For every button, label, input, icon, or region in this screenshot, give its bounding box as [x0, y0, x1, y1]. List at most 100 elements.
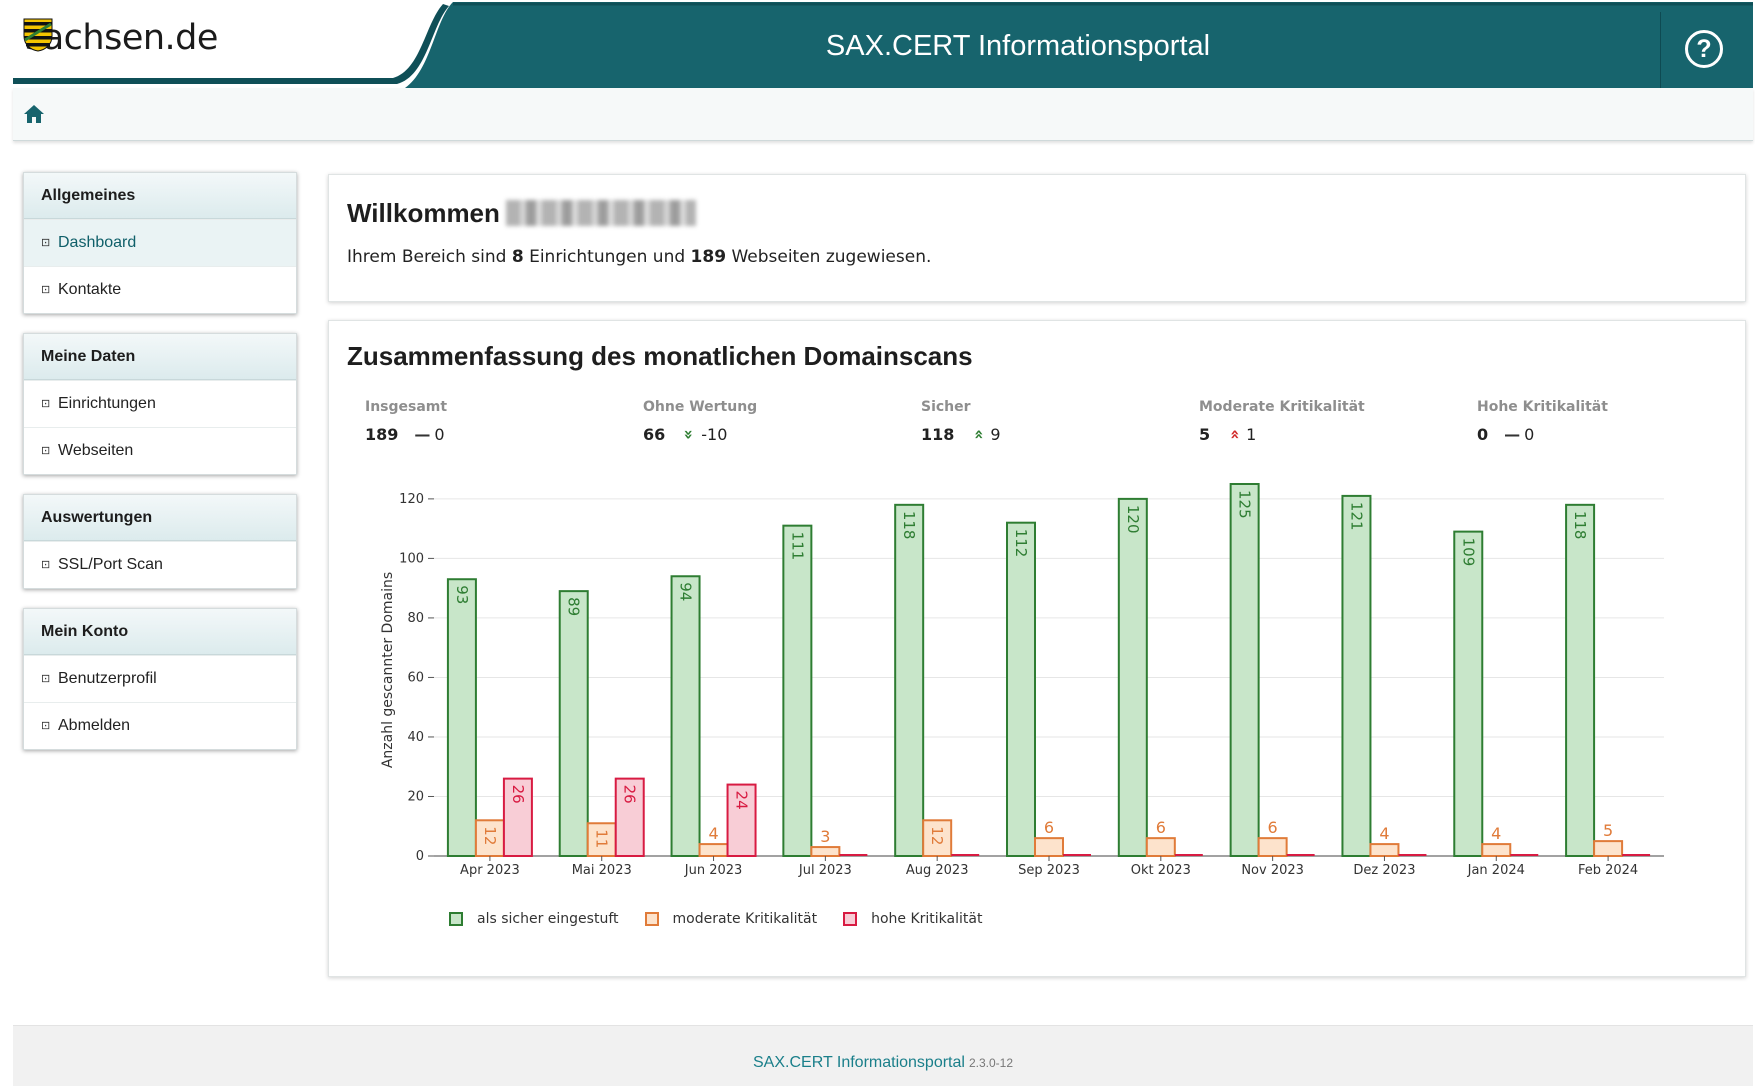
sidebar-item-label: Einrichtungen — [58, 395, 156, 412]
x-tick-label: Okt 2023 — [1131, 863, 1191, 878]
sachsen-logo[interactable]: sachsen.de — [23, 18, 218, 58]
help-icon[interactable]: ? — [1685, 30, 1723, 68]
bar-safe — [782, 524, 813, 857]
home-icon[interactable] — [23, 103, 45, 125]
bar-value-label: 6 — [1044, 818, 1054, 837]
bar-safe — [670, 575, 701, 857]
sidebar-item-benutzerprofil[interactable]: ⊡ Benutzerprofil — [24, 655, 296, 702]
bar-moderate — [1593, 840, 1624, 857]
footer-link[interactable]: SAX.CERT Informationsportal — [753, 1054, 965, 1071]
bullet-arrow-icon: ⊡ — [41, 284, 51, 296]
x-tick-label: Feb 2024 — [1578, 863, 1638, 878]
bar-value-label: 94 — [677, 582, 695, 601]
bar-value-label: 112 — [1012, 529, 1030, 558]
y-tick-label: 120 — [399, 492, 424, 507]
bar-safe — [1117, 497, 1148, 857]
sidebar-item-kontakte[interactable]: ⊡ Kontakte — [24, 266, 296, 313]
bar-safe — [558, 590, 589, 858]
x-tick-label: Dez 2023 — [1353, 863, 1415, 878]
sidebar-heading: Meine Daten — [24, 334, 296, 380]
x-tick-label: Jan 2024 — [1467, 863, 1525, 878]
bar-value-label: 121 — [1347, 502, 1365, 531]
stat-sicher: Sicher 118 » 9 — [921, 399, 1001, 444]
bar-moderate — [1145, 837, 1176, 858]
x-tick-label: Aug 2023 — [906, 863, 969, 878]
legend-item[interactable]: als sicher eingestuft — [449, 911, 619, 927]
legend-swatch — [449, 912, 463, 926]
bar-moderate — [810, 846, 841, 857]
legend-swatch — [644, 912, 659, 926]
blurred-username — [505, 200, 696, 226]
app-header: sachsen.de SAX.CERT Informationsportal ? — [13, 0, 1753, 88]
bar-value-label: 6 — [1268, 818, 1278, 837]
trend-flat-icon: — — [414, 425, 431, 444]
sidebar-item-webseiten[interactable]: ⊡ Webseiten — [24, 427, 296, 474]
sidebar-item-label: SSL/Port Scan — [58, 556, 163, 573]
bar-value-label: 4 — [1491, 824, 1501, 843]
legend-label: als sicher eingestuft — [477, 911, 619, 927]
stat-moderate-kritikalit-t: Moderate Kritikalität 5 » 1 — [1199, 399, 1365, 444]
bar-value-label: 118 — [1571, 511, 1589, 540]
stat-value-line: 118 » 9 — [921, 425, 1001, 444]
sidebar-heading: Allgemeines — [24, 173, 296, 219]
stat-delta: 1 — [1246, 425, 1257, 444]
breadcrumb — [13, 88, 1753, 141]
sidebar-item-dashboard[interactable]: ⊡ Dashboard — [24, 219, 296, 266]
bar-value-label: 26 — [509, 785, 527, 804]
bar-safe — [1229, 483, 1260, 857]
sidebar-item-ssl-port-scan[interactable]: ⊡ SSL/Port Scan — [24, 541, 296, 588]
stat-hohe-kritikalit-t: Hohe Kritikalität 0—0 — [1477, 399, 1608, 444]
stat-value-line: 189 —0 — [365, 425, 447, 444]
bar-value-label: 4 — [1379, 824, 1389, 843]
stat-label: Sicher — [921, 399, 971, 415]
bullet-arrow-icon: ⊡ — [41, 445, 51, 457]
legend-item[interactable]: moderate Kritikalität — [644, 911, 817, 927]
version-label: 2.3.0-12 — [968, 1056, 1013, 1070]
sidebar-item-abmelden[interactable]: ⊡ Abmelden — [24, 702, 296, 749]
bar-moderate — [1257, 837, 1288, 858]
bar-safe — [1341, 494, 1372, 858]
institution-count: 8 — [511, 247, 524, 267]
sidebar-item-label: Abmelden — [58, 717, 131, 734]
stat-value: 0 — [1477, 425, 1489, 444]
trend-up-green-icon: » — [968, 429, 988, 440]
stat-value-line: 66 » -10 — [643, 425, 757, 444]
bar-value-label: 111 — [788, 532, 806, 561]
stat-value-line: 5 » 1 — [1199, 425, 1365, 444]
sidebar-section-allgemeines: Allgemeines ⊡ Dashboard ⊡ Kontakte — [23, 172, 297, 314]
legend-label: hohe Kritikalität — [871, 911, 983, 927]
sidebar-heading: Auswertungen — [24, 495, 296, 541]
bar-value-label: 89 — [565, 597, 583, 616]
sidebar-section-mein-konto: Mein Konto ⊡ Benutzerprofil ⊡ Abmelden — [23, 608, 297, 750]
bar-safe — [446, 578, 477, 858]
bullet-arrow-icon: ⊡ — [41, 720, 51, 732]
bar-value-label: 120 — [1124, 505, 1142, 534]
sidebar-item-label: Webseiten — [58, 442, 134, 459]
coat-of-arms-icon — [23, 18, 53, 52]
x-tick-label: Sep 2023 — [1018, 863, 1080, 878]
bar-moderate — [698, 843, 729, 858]
stat-label: Moderate Kritikalität — [1199, 399, 1365, 415]
bar-value-label: 118 — [900, 511, 918, 540]
stat-delta: 0 — [1524, 425, 1535, 444]
legend-item[interactable]: hohe Kritikalität — [843, 911, 982, 927]
sidebar-item-einrichtungen[interactable]: ⊡ Einrichtungen — [24, 380, 296, 427]
stat-value: 66 — [643, 425, 666, 444]
bar-value-label: 5 — [1603, 821, 1613, 840]
bullet-arrow-icon: ⊡ — [41, 398, 51, 410]
stat-ohne-wertung: Ohne Wertung 66 » -10 — [643, 399, 757, 444]
stat-delta: 0 — [434, 425, 445, 444]
stat-value-line: 0—0 — [1477, 425, 1608, 444]
sidebar-item-label: Benutzerprofil — [58, 670, 157, 687]
bar-value-label: 4 — [708, 824, 718, 843]
scan-title: Zusammenfassung des monatlichen Domainsc… — [347, 341, 973, 371]
x-tick-label: Apr 2023 — [460, 863, 520, 878]
sidebar-section-auswertungen: Auswertungen ⊡ SSL/Port Scan — [23, 494, 297, 589]
bar-moderate — [1481, 843, 1512, 858]
stat-delta: -10 — [701, 425, 728, 444]
brand-name: sachsen.de — [25, 18, 218, 58]
bar-value-label: 3 — [820, 827, 830, 846]
bar-value-label: 11 — [593, 829, 611, 848]
x-tick-label: Mai 2023 — [572, 863, 632, 878]
bar-moderate — [1034, 837, 1064, 858]
